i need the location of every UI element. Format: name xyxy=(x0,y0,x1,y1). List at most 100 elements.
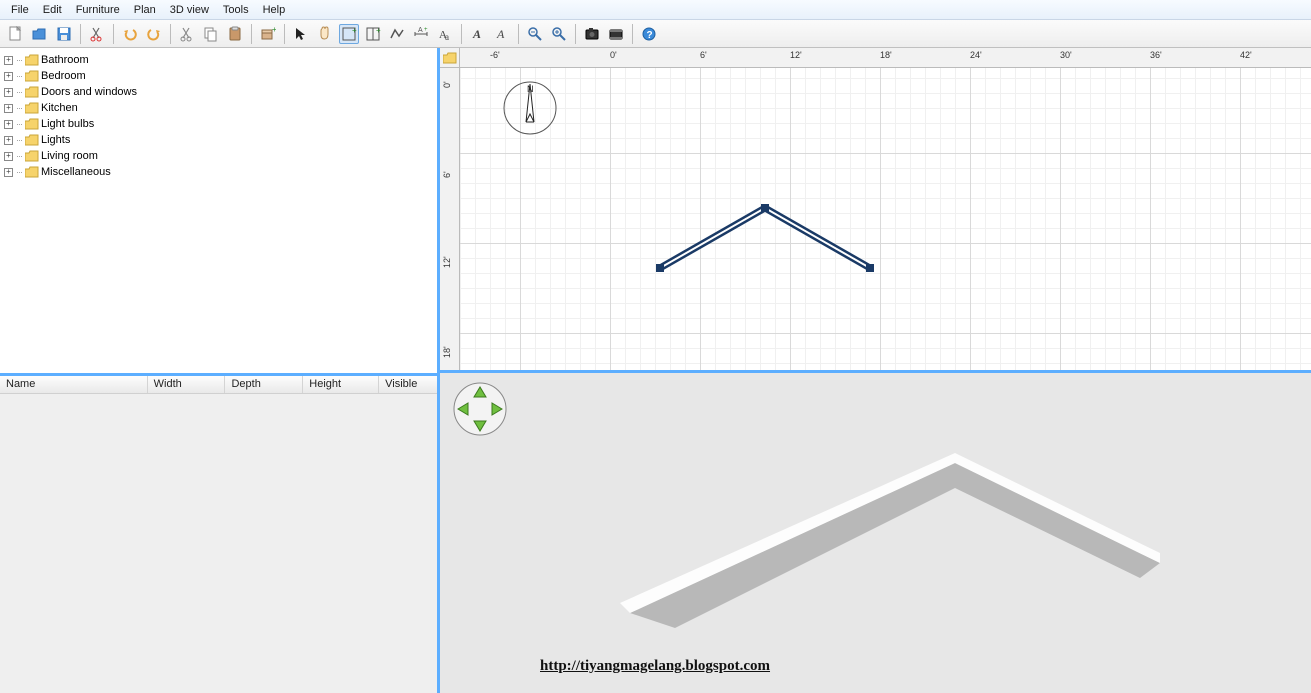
svg-text:A: A xyxy=(472,27,481,41)
catalog-category-kitchen[interactable]: +··· Kitchen xyxy=(0,100,437,116)
menu-3dview[interactable]: 3D view xyxy=(163,2,216,18)
catalog-category-bathroom[interactable]: +··· Bathroom xyxy=(0,52,437,68)
folder-icon xyxy=(25,70,39,82)
ruler-tick: 24' xyxy=(970,50,982,60)
svg-text:A: A xyxy=(418,27,423,34)
create-dimensions-button[interactable]: A+ xyxy=(411,24,431,44)
plan-view[interactable]: 0' 6' 12' 18' -6' 0' 6' 12' 18' 24' 30' … xyxy=(440,48,1311,373)
3d-view[interactable]: http://tiyangmagelang.blogspot.com xyxy=(440,373,1311,693)
ruler-tick: 0' xyxy=(610,50,617,60)
zoom-in-button[interactable] xyxy=(549,24,569,44)
expand-icon[interactable]: + xyxy=(4,104,13,113)
toolbar: + + + A+ Aa A A ? xyxy=(0,20,1311,48)
new-button[interactable] xyxy=(6,24,26,44)
pan-tool-button[interactable] xyxy=(315,24,335,44)
cut-button[interactable] xyxy=(87,24,107,44)
open-button[interactable] xyxy=(30,24,50,44)
create-photo-button[interactable] xyxy=(582,24,602,44)
catalog-category-lightbulbs[interactable]: +··· Light bulbs xyxy=(0,116,437,132)
category-label: Kitchen xyxy=(41,102,78,114)
separator xyxy=(170,24,171,44)
folder-icon xyxy=(25,134,39,146)
menu-edit[interactable]: Edit xyxy=(36,2,69,18)
col-height[interactable]: Height xyxy=(303,376,379,393)
expand-icon[interactable]: + xyxy=(4,136,13,145)
category-label: Miscellaneous xyxy=(41,166,111,178)
expand-icon[interactable]: + xyxy=(4,56,13,65)
ruler-tick: -6' xyxy=(490,50,500,60)
ruler-tick: 6' xyxy=(700,50,707,60)
ruler-tick: 0' xyxy=(442,81,452,88)
create-video-button[interactable] xyxy=(606,24,626,44)
catalog-category-doors-windows[interactable]: +··· Doors and windows xyxy=(0,84,437,100)
zoom-out-button[interactable] xyxy=(525,24,545,44)
menu-help[interactable]: Help xyxy=(256,2,293,18)
redo-button[interactable] xyxy=(144,24,164,44)
text-bold-button[interactable]: A xyxy=(468,24,488,44)
ruler-tick: 42' xyxy=(1240,50,1252,60)
col-width[interactable]: Width xyxy=(148,376,226,393)
col-name[interactable]: Name xyxy=(0,376,148,393)
separator xyxy=(461,24,462,44)
text-italic-button[interactable]: A xyxy=(492,24,512,44)
save-button[interactable] xyxy=(54,24,74,44)
svg-text:?: ? xyxy=(647,30,653,41)
category-label: Living room xyxy=(41,150,98,162)
folder-icon xyxy=(25,166,39,178)
category-label: Doors and windows xyxy=(41,86,137,98)
cut2-button[interactable] xyxy=(177,24,197,44)
ruler-tick: 30' xyxy=(1060,50,1072,60)
copy-button[interactable] xyxy=(201,24,221,44)
ruler-tick: 18' xyxy=(442,346,452,358)
ruler-tick: 12' xyxy=(790,50,802,60)
folder-icon xyxy=(443,52,457,64)
category-label: Bathroom xyxy=(41,54,89,66)
svg-text:+: + xyxy=(376,26,381,35)
catalog-category-livingroom[interactable]: +··· Living room xyxy=(0,148,437,164)
ruler-tick: 6' xyxy=(442,171,452,178)
watermark-link[interactable]: http://tiyangmagelang.blogspot.com xyxy=(540,658,770,675)
ruler-tick: 12' xyxy=(442,256,452,268)
expand-icon[interactable]: + xyxy=(4,120,13,129)
expand-icon[interactable]: + xyxy=(4,72,13,81)
3d-wall-render xyxy=(500,413,1200,673)
menu-file[interactable]: File xyxy=(4,2,36,18)
expand-icon[interactable]: + xyxy=(4,88,13,97)
wall-segment[interactable] xyxy=(650,198,880,288)
col-depth[interactable]: Depth xyxy=(225,376,303,393)
select-tool-button[interactable] xyxy=(291,24,311,44)
plan-canvas[interactable]: N xyxy=(460,68,1311,370)
paste-button[interactable] xyxy=(225,24,245,44)
catalog-category-misc[interactable]: +··· Miscellaneous xyxy=(0,164,437,180)
undo-button[interactable] xyxy=(120,24,140,44)
catalog-category-lights[interactable]: +··· Lights xyxy=(0,132,437,148)
svg-text:A: A xyxy=(496,27,505,41)
menu-furniture[interactable]: Furniture xyxy=(69,2,127,18)
menubar: File Edit Furniture Plan 3D view Tools H… xyxy=(0,0,1311,20)
separator xyxy=(518,24,519,44)
expand-icon[interactable]: + xyxy=(4,152,13,161)
add-furniture-button[interactable]: + xyxy=(258,24,278,44)
help-button[interactable]: ? xyxy=(639,24,659,44)
furniture-table-header: Name Width Depth Height Visible xyxy=(0,376,437,394)
separator xyxy=(113,24,114,44)
furniture-table-body[interactable] xyxy=(0,394,437,693)
folder-icon xyxy=(25,86,39,98)
folder-icon xyxy=(25,150,39,162)
expand-icon[interactable]: + xyxy=(4,168,13,177)
create-rooms-button[interactable]: + xyxy=(363,24,383,44)
compass-icon[interactable]: N xyxy=(500,78,560,138)
catalog-category-bedroom[interactable]: +··· Bedroom xyxy=(0,68,437,84)
menu-plan[interactable]: Plan xyxy=(127,2,163,18)
horizontal-ruler: -6' 0' 6' 12' 18' 24' 30' 36' 42' xyxy=(460,48,1311,68)
svg-text:a: a xyxy=(445,32,449,42)
col-visible[interactable]: Visible xyxy=(379,376,437,393)
category-label: Light bulbs xyxy=(41,118,94,130)
menu-tools[interactable]: Tools xyxy=(216,2,256,18)
separator xyxy=(575,24,576,44)
furniture-catalog-tree[interactable]: +··· Bathroom +··· Bedroom +··· Doors an… xyxy=(0,48,437,376)
create-polyline-button[interactable] xyxy=(387,24,407,44)
create-walls-button[interactable]: + xyxy=(339,24,359,44)
ruler-origin-button[interactable] xyxy=(440,48,460,68)
create-text-button[interactable]: Aa xyxy=(435,24,455,44)
